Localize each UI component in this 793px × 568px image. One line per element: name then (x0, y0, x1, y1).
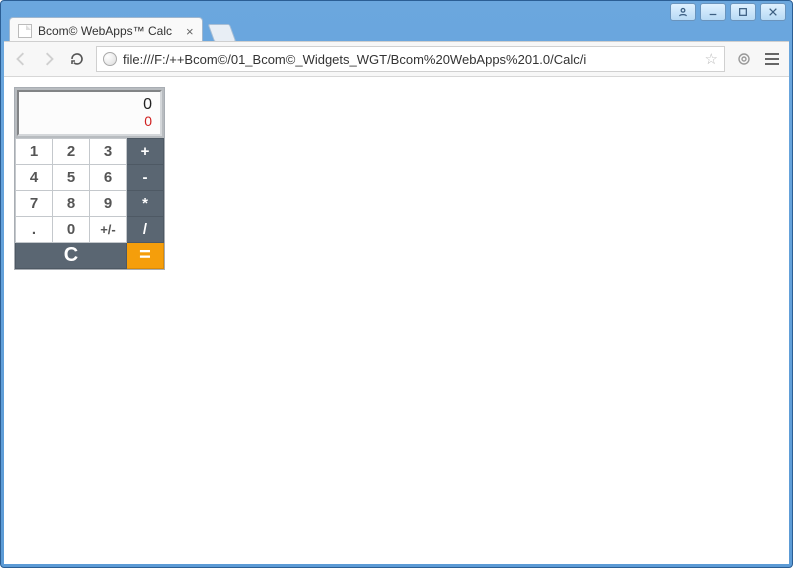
key-equals[interactable]: = (127, 243, 164, 269)
key-multiply[interactable]: * (127, 191, 164, 217)
calculator: 0 0 1 2 3 + 4 5 6 - 7 8 (14, 87, 165, 270)
key-3[interactable]: 3 (90, 139, 127, 165)
reload-button[interactable] (68, 50, 86, 68)
key-sign[interactable]: +/- (90, 217, 127, 243)
extension-icon[interactable] (735, 50, 753, 68)
key-5[interactable]: 5 (53, 165, 90, 191)
calculator-display: 0 0 (17, 90, 162, 136)
close-tab-icon[interactable]: × (186, 24, 194, 39)
site-icon (103, 52, 117, 66)
tab-title: Bcom© WebApps™ Calc (38, 24, 172, 38)
key-2[interactable]: 2 (53, 139, 90, 165)
back-button[interactable] (12, 50, 30, 68)
forward-button[interactable] (40, 50, 58, 68)
key-1[interactable]: 1 (16, 139, 53, 165)
key-divide[interactable]: / (127, 217, 164, 243)
file-icon (18, 24, 32, 38)
key-0[interactable]: 0 (53, 217, 90, 243)
display-sub: 0 (144, 113, 152, 130)
url-text: file:///F:/++Bcom©/01_Bcom©_Widgets_WGT/… (123, 52, 699, 67)
toolbar: file:///F:/++Bcom©/01_Bcom©_Widgets_WGT/… (4, 41, 789, 77)
key-plus[interactable]: + (127, 139, 164, 165)
new-tab-button[interactable] (207, 24, 236, 42)
page-viewport: 0 0 1 2 3 + 4 5 6 - 7 8 (4, 77, 789, 564)
tab-active[interactable]: Bcom© WebApps™ Calc × (9, 17, 203, 44)
key-8[interactable]: 8 (53, 191, 90, 217)
key-7[interactable]: 7 (16, 191, 53, 217)
bookmark-star-icon[interactable]: ☆ (705, 50, 718, 68)
key-clear[interactable]: C (16, 243, 127, 269)
display-main: 0 (143, 97, 152, 113)
key-6[interactable]: 6 (90, 165, 127, 191)
keypad: 1 2 3 + 4 5 6 - 7 8 9 * . (15, 138, 164, 269)
tab-strip: Bcom© WebApps™ Calc × (9, 14, 784, 44)
key-9[interactable]: 9 (90, 191, 127, 217)
key-minus[interactable]: - (127, 165, 164, 191)
browser-window: Bcom© WebApps™ Calc × file:///F:/++Bcom©… (0, 0, 793, 568)
key-4[interactable]: 4 (16, 165, 53, 191)
menu-button[interactable] (763, 50, 781, 68)
address-bar[interactable]: file:///F:/++Bcom©/01_Bcom©_Widgets_WGT/… (96, 46, 725, 72)
key-decimal[interactable]: . (16, 217, 53, 243)
